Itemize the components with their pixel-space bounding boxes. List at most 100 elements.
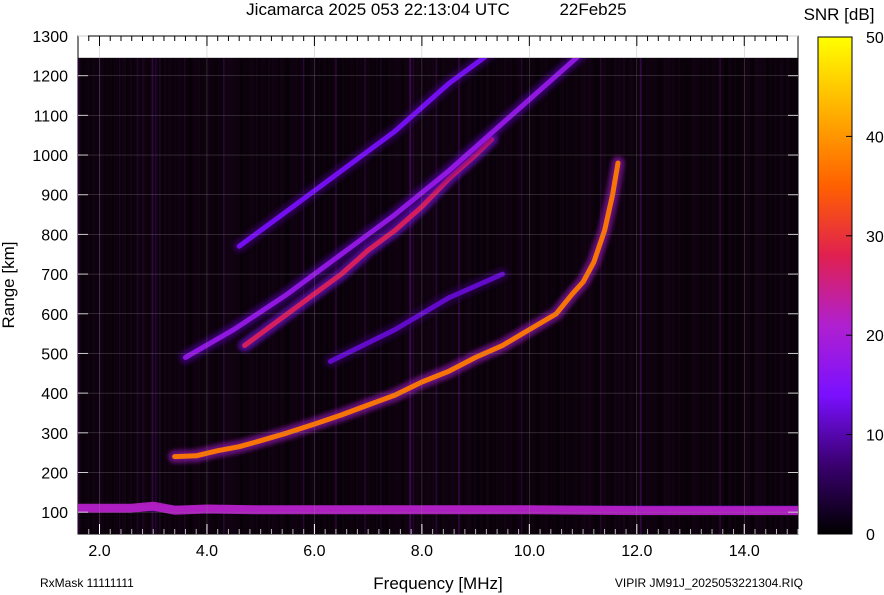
noise-streak [528,58,530,534]
noise-streak [550,58,552,534]
noise-streak [324,58,326,534]
noise-streak [746,58,748,534]
noise-streak [146,58,148,534]
noise-streak [244,58,246,534]
noise-streak [412,58,415,534]
noise-streak [234,58,236,534]
noise-streak [136,58,139,534]
noise-streak [623,58,625,534]
noise-streak [270,58,272,534]
noise-streak [704,58,706,534]
noise-streak [248,58,250,534]
noise-streak [484,58,486,534]
noise-streak [328,58,330,534]
colorbar-tick-label: 10 [866,428,884,445]
noise-streak [656,58,658,534]
noise-streak [108,58,110,534]
x-tick-label: 8.0 [411,543,433,560]
noise-streak [170,58,172,534]
noise-streak [168,58,170,534]
noise-streak [348,58,350,534]
noise-streak [418,58,420,534]
rx-mask-label: RxMask 11111111 [40,576,134,590]
noise-streak [644,58,646,534]
noise-streak [716,58,718,534]
noise-streak [768,58,770,534]
noise-streak [242,58,244,534]
colorbar-tick-label: 30 [866,229,884,246]
x-tick-label: 6.0 [303,543,325,560]
noise-streak [526,58,528,534]
noise-streak [742,58,744,534]
y-tick-label: 1000 [32,148,68,165]
noise-streak [230,58,232,534]
trace-sporadic-e-base [78,501,798,516]
noise-streak [92,58,94,534]
noise-streak [750,58,752,534]
colorbar-label: SNR [dB] [804,5,875,24]
noise-streak [788,58,790,534]
noise-streak [164,58,166,534]
noise-streak [588,58,590,534]
noise-streak [340,58,342,534]
noise-streak [148,58,150,534]
noise-streak [208,58,210,534]
noise-streak [190,58,192,534]
noise-streak [702,58,704,534]
noise-streak [680,58,682,534]
noise-streak [590,58,592,534]
noise-streak [424,58,426,534]
x-tick-label: 14.0 [729,543,760,560]
y-tick-label: 1100 [34,108,69,125]
noise-streak [674,58,676,534]
noise-streak [378,58,380,534]
noise-streak [658,58,660,534]
noise-streak [706,58,708,534]
noise-streak [726,58,728,534]
noise-streak [118,58,121,534]
noise-streak [116,58,118,534]
noise-streak [214,58,216,534]
noise-streak [660,58,662,534]
noise-streak [760,58,762,534]
noise-streak [122,58,124,534]
noise-streak [664,58,666,534]
noise-streak [256,58,258,534]
noise-streak [480,58,482,534]
noise-streak [94,58,96,534]
noise-streak [192,58,194,534]
noise-streak [606,58,608,534]
noise-streak [780,58,782,534]
colorbar-tick-label: 20 [866,328,884,345]
noise-streak [96,58,98,534]
noise-streak [712,58,714,534]
noise-streak [194,58,196,534]
noise-streak [364,58,366,534]
noise-streak [688,58,690,534]
noise-streak [708,58,710,534]
noise-streak [262,58,264,534]
noise-streak [114,58,116,534]
noise-streak [512,58,514,534]
noise-streak [596,58,598,534]
noise-streak [426,58,428,534]
y-axis-label: Range [km] [0,242,18,329]
noise-streak [162,58,164,534]
noise-streak [298,58,300,534]
noise-streak [774,58,776,534]
noise-streak [126,58,128,534]
noise-streak [646,58,648,534]
noise-streak [342,58,344,534]
noise-streak [790,58,792,534]
y-tick-label: 1200 [32,69,68,86]
noise-streak [612,58,614,534]
noise-streak [202,58,204,534]
noise-streak [639,58,642,534]
noise-streak [634,58,636,534]
noise-streak [482,58,484,534]
noise-streak [132,58,134,534]
noise-streak [356,58,358,534]
noise-streak [752,58,754,534]
noise-streak [86,58,88,534]
noise-streak [432,58,434,534]
